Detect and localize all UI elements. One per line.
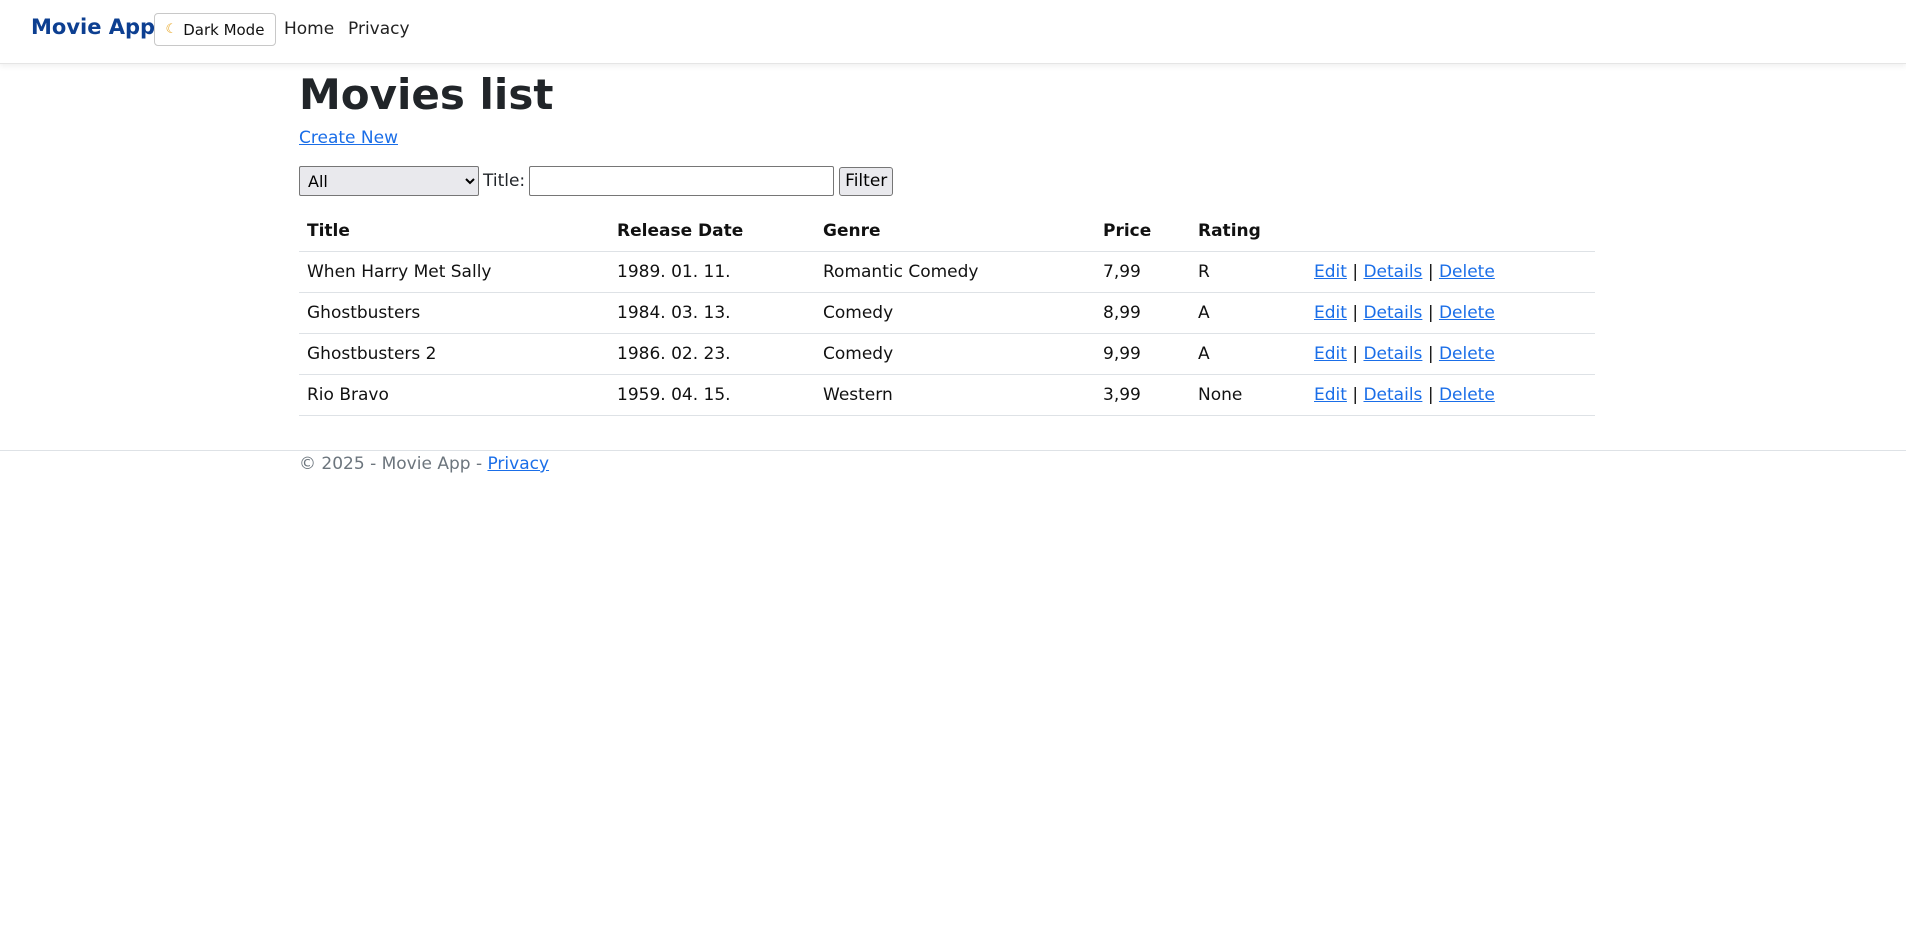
- delete-link[interactable]: Delete: [1439, 303, 1495, 323]
- column-header-price: Price: [1095, 211, 1190, 252]
- moon-icon: ☾: [165, 22, 178, 37]
- table-header-row: Title Release Date Genre Price Rating: [299, 211, 1595, 252]
- cell-genre: Comedy: [815, 333, 1095, 375]
- footer: © 2025 - Movie App - Privacy: [0, 450, 1906, 474]
- edit-link[interactable]: Edit: [1314, 303, 1347, 323]
- cell-genre: Western: [815, 374, 1095, 416]
- separator: |: [1352, 303, 1359, 323]
- separator: |: [1427, 344, 1434, 364]
- filter-button[interactable]: Filter: [839, 166, 894, 196]
- separator: |: [1427, 262, 1434, 282]
- cell-price: 3,99: [1095, 374, 1190, 416]
- column-header-release-date: Release Date: [609, 211, 815, 252]
- column-header-title: Title: [299, 211, 609, 252]
- dark-mode-toggle-button[interactable]: ☾ Dark Mode: [154, 13, 276, 46]
- nav-link-privacy[interactable]: Privacy: [348, 19, 410, 39]
- cell-title: Ghostbusters 2: [299, 333, 609, 375]
- details-link[interactable]: Details: [1363, 344, 1422, 364]
- delete-link[interactable]: Delete: [1439, 262, 1495, 282]
- cell-release-date: 1984. 03. 13.: [609, 292, 815, 334]
- details-link[interactable]: Details: [1363, 303, 1422, 323]
- separator: |: [1427, 303, 1434, 323]
- nav-link-home[interactable]: Home: [284, 19, 334, 39]
- footer-copyright: © 2025 - Movie App -: [299, 454, 483, 474]
- cell-genre: Comedy: [815, 292, 1095, 334]
- separator: |: [1352, 385, 1359, 405]
- dark-mode-label: Dark Mode: [183, 20, 265, 39]
- column-header-actions: [1306, 211, 1595, 252]
- edit-link[interactable]: Edit: [1314, 262, 1347, 282]
- table-row: When Harry Met Sally 1989. 01. 11. Roman…: [299, 251, 1595, 293]
- cell-actions: Edit | Details | Delete: [1306, 292, 1595, 334]
- create-new-link[interactable]: Create New: [299, 128, 398, 148]
- page-title: Movies list: [299, 70, 554, 119]
- cell-actions: Edit | Details | Delete: [1306, 374, 1595, 416]
- cell-rating: A: [1190, 333, 1306, 375]
- details-link[interactable]: Details: [1363, 385, 1422, 405]
- cell-actions: Edit | Details | Delete: [1306, 251, 1595, 293]
- cell-price: 9,99: [1095, 333, 1190, 375]
- delete-link[interactable]: Delete: [1439, 385, 1495, 405]
- details-link[interactable]: Details: [1363, 262, 1422, 282]
- table-row: Ghostbusters 1984. 03. 13. Comedy 8,99 A…: [299, 292, 1595, 334]
- footer-privacy-link[interactable]: Privacy: [487, 454, 549, 474]
- cell-title: When Harry Met Sally: [299, 251, 609, 293]
- delete-link[interactable]: Delete: [1439, 344, 1495, 364]
- title-filter-input[interactable]: [529, 166, 835, 196]
- column-header-rating: Rating: [1190, 211, 1306, 252]
- title-filter-label: Title:: [483, 171, 526, 191]
- cell-price: 8,99: [1095, 292, 1190, 334]
- cell-title: Rio Bravo: [299, 374, 609, 416]
- filter-form: All Title: Filter: [299, 166, 894, 196]
- movies-table: Title Release Date Genre Price Rating Wh…: [299, 211, 1595, 416]
- separator: |: [1427, 385, 1434, 405]
- edit-link[interactable]: Edit: [1314, 344, 1347, 364]
- column-header-genre: Genre: [815, 211, 1095, 252]
- cell-release-date: 1959. 04. 15.: [609, 374, 815, 416]
- cell-title: Ghostbusters: [299, 292, 609, 334]
- table-row: Rio Bravo 1959. 04. 15. Western 3,99 Non…: [299, 374, 1595, 416]
- cell-release-date: 1989. 01. 11.: [609, 251, 815, 293]
- cell-actions: Edit | Details | Delete: [1306, 333, 1595, 375]
- cell-price: 7,99: [1095, 251, 1190, 293]
- separator: |: [1352, 344, 1359, 364]
- brand-link[interactable]: Movie App: [31, 15, 155, 39]
- footer-text-container: © 2025 - Movie App - Privacy: [299, 454, 549, 474]
- genre-select[interactable]: All: [299, 166, 479, 196]
- cell-rating: None: [1190, 374, 1306, 416]
- cell-rating: R: [1190, 251, 1306, 293]
- navbar: Movie App ☾ Dark Mode Home Privacy: [0, 0, 1906, 64]
- cell-rating: A: [1190, 292, 1306, 334]
- cell-genre: Romantic Comedy: [815, 251, 1095, 293]
- cell-release-date: 1986. 02. 23.: [609, 333, 815, 375]
- separator: |: [1352, 262, 1359, 282]
- edit-link[interactable]: Edit: [1314, 385, 1347, 405]
- table-row: Ghostbusters 2 1986. 02. 23. Comedy 9,99…: [299, 333, 1595, 375]
